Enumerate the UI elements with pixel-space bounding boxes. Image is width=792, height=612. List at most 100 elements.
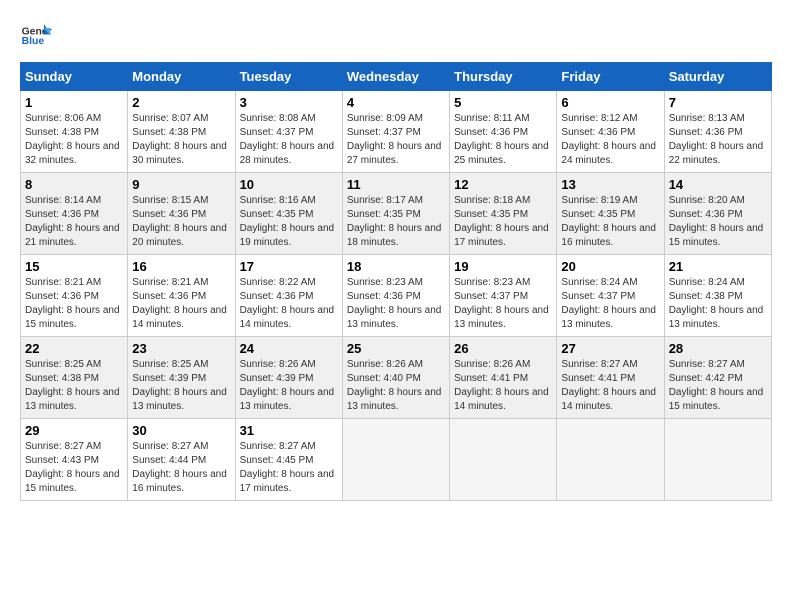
day-number: 24 <box>240 341 338 356</box>
calendar-cell: 4 Sunrise: 8:09 AMSunset: 4:37 PMDaylight… <box>342 91 449 173</box>
calendar-cell <box>664 419 771 501</box>
day-number: 10 <box>240 177 338 192</box>
day-info: Sunrise: 8:09 AMSunset: 4:37 PMDaylight:… <box>347 112 445 168</box>
day-info: Sunrise: 8:11 AMSunset: 4:36 PMDaylight:… <box>454 112 552 168</box>
day-info: Sunrise: 8:12 AMSunset: 4:36 PMDaylight:… <box>561 112 659 168</box>
calendar-cell <box>450 419 557 501</box>
day-number: 19 <box>454 259 552 274</box>
day-number: 15 <box>25 259 123 274</box>
day-info: Sunrise: 8:19 AMSunset: 4:35 PMDaylight:… <box>561 194 659 250</box>
day-info: Sunrise: 8:21 AMSunset: 4:36 PMDaylight:… <box>25 276 123 332</box>
calendar-cell: 8 Sunrise: 8:14 AMSunset: 4:36 PMDaylight… <box>21 173 128 255</box>
calendar-cell: 13 Sunrise: 8:19 AMSunset: 4:35 PMDayligh… <box>557 173 664 255</box>
week-row-4: 22 Sunrise: 8:25 AMSunset: 4:38 PMDayligh… <box>21 337 772 419</box>
day-info: Sunrise: 8:27 AMSunset: 4:43 PMDaylight:… <box>25 440 123 496</box>
day-number: 9 <box>132 177 230 192</box>
day-number: 30 <box>132 423 230 438</box>
week-row-5: 29Sunrise: 8:27 AMSunset: 4:43 PMDayligh… <box>21 419 772 501</box>
day-number: 22 <box>25 341 123 356</box>
day-info: Sunrise: 8:08 AMSunset: 4:37 PMDaylight:… <box>240 112 338 168</box>
day-info: Sunrise: 8:20 AMSunset: 4:36 PMDaylight:… <box>669 194 767 250</box>
day-info: Sunrise: 8:27 AMSunset: 4:45 PMDaylight:… <box>240 440 338 496</box>
day-info: Sunrise: 8:17 AMSunset: 4:35 PMDaylight:… <box>347 194 445 250</box>
calendar-cell: 26 Sunrise: 8:26 AMSunset: 4:41 PMDayligh… <box>450 337 557 419</box>
calendar-cell: 14 Sunrise: 8:20 AMSunset: 4:36 PMDayligh… <box>664 173 771 255</box>
day-number: 14 <box>669 177 767 192</box>
calendar-cell: 6Sunrise: 8:12 AMSunset: 4:36 PMDaylight… <box>557 91 664 173</box>
day-info: Sunrise: 8:25 AMSunset: 4:38 PMDaylight:… <box>25 358 123 414</box>
day-info: Sunrise: 8:16 AMSunset: 4:35 PMDaylight:… <box>240 194 338 250</box>
week-row-3: 15 Sunrise: 8:21 AMSunset: 4:36 PMDayligh… <box>21 255 772 337</box>
day-number: 3 <box>240 95 338 110</box>
week-row-2: 8 Sunrise: 8:14 AMSunset: 4:36 PMDaylight… <box>21 173 772 255</box>
day-info: Sunrise: 8:24 AMSunset: 4:38 PMDaylight:… <box>669 276 767 332</box>
day-number: 25 <box>347 341 445 356</box>
day-number: 27 <box>561 341 659 356</box>
day-number: 12 <box>454 177 552 192</box>
weekday-header-friday: Friday <box>557 63 664 91</box>
calendar-cell: 19 Sunrise: 8:23 AMSunset: 4:37 PMDayligh… <box>450 255 557 337</box>
calendar-cell: 2 Sunrise: 8:07 AMSunset: 4:38 PMDaylight… <box>128 91 235 173</box>
day-info: Sunrise: 8:23 AMSunset: 4:37 PMDaylight:… <box>454 276 552 332</box>
weekday-header-tuesday: Tuesday <box>235 63 342 91</box>
day-number: 2 <box>132 95 230 110</box>
calendar-cell: 30 Sunrise: 8:27 AMSunset: 4:44 PMDayligh… <box>128 419 235 501</box>
weekday-header-monday: Monday <box>128 63 235 91</box>
day-number: 8 <box>25 177 123 192</box>
day-info: Sunrise: 8:14 AMSunset: 4:36 PMDaylight:… <box>25 194 123 250</box>
day-info: Sunrise: 8:18 AMSunset: 4:35 PMDaylight:… <box>454 194 552 250</box>
weekday-header-sunday: Sunday <box>21 63 128 91</box>
calendar-cell: 21 Sunrise: 8:24 AMSunset: 4:38 PMDayligh… <box>664 255 771 337</box>
day-number: 20 <box>561 259 659 274</box>
day-number: 18 <box>347 259 445 274</box>
calendar-cell: 17 Sunrise: 8:22 AMSunset: 4:36 PMDayligh… <box>235 255 342 337</box>
calendar-cell: 25 Sunrise: 8:26 AMSunset: 4:40 PMDayligh… <box>342 337 449 419</box>
day-info: Sunrise: 8:26 AMSunset: 4:41 PMDaylight:… <box>454 358 552 414</box>
weekday-header-thursday: Thursday <box>450 63 557 91</box>
calendar-cell: 16 Sunrise: 8:21 AMSunset: 4:36 PMDayligh… <box>128 255 235 337</box>
day-number: 17 <box>240 259 338 274</box>
calendar-cell: 12 Sunrise: 8:18 AMSunset: 4:35 PMDayligh… <box>450 173 557 255</box>
calendar-cell <box>557 419 664 501</box>
calendar-cell: 18Sunrise: 8:23 AMSunset: 4:36 PMDayligh… <box>342 255 449 337</box>
day-number: 26 <box>454 341 552 356</box>
day-info: Sunrise: 8:27 AMSunset: 4:42 PMDaylight:… <box>669 358 767 414</box>
day-info: Sunrise: 8:24 AMSunset: 4:37 PMDaylight:… <box>561 276 659 332</box>
calendar-cell: 29Sunrise: 8:27 AMSunset: 4:43 PMDayligh… <box>21 419 128 501</box>
weekday-header-wednesday: Wednesday <box>342 63 449 91</box>
day-number: 21 <box>669 259 767 274</box>
day-number: 7 <box>669 95 767 110</box>
day-info: Sunrise: 8:07 AMSunset: 4:38 PMDaylight:… <box>132 112 230 168</box>
calendar-cell: 15 Sunrise: 8:21 AMSunset: 4:36 PMDayligh… <box>21 255 128 337</box>
calendar-cell <box>342 419 449 501</box>
day-number: 4 <box>347 95 445 110</box>
week-row-1: 1Sunrise: 8:06 AMSunset: 4:38 PMDaylight… <box>21 91 772 173</box>
day-number: 31 <box>240 423 338 438</box>
day-number: 5 <box>454 95 552 110</box>
logo-icon: General Blue <box>20 20 52 52</box>
weekday-header-row: SundayMondayTuesdayWednesdayThursdayFrid… <box>21 63 772 91</box>
day-info: Sunrise: 8:25 AMSunset: 4:39 PMDaylight:… <box>132 358 230 414</box>
calendar-cell: 20 Sunrise: 8:24 AMSunset: 4:37 PMDayligh… <box>557 255 664 337</box>
day-info: Sunrise: 8:15 AMSunset: 4:36 PMDaylight:… <box>132 194 230 250</box>
day-number: 23 <box>132 341 230 356</box>
day-number: 13 <box>561 177 659 192</box>
day-info: Sunrise: 8:27 AMSunset: 4:44 PMDaylight:… <box>132 440 230 496</box>
calendar-cell: 23 Sunrise: 8:25 AMSunset: 4:39 PMDayligh… <box>128 337 235 419</box>
day-number: 16 <box>132 259 230 274</box>
weekday-header-saturday: Saturday <box>664 63 771 91</box>
day-number: 28 <box>669 341 767 356</box>
day-info: Sunrise: 8:13 AMSunset: 4:36 PMDaylight:… <box>669 112 767 168</box>
day-info: Sunrise: 8:21 AMSunset: 4:36 PMDaylight:… <box>132 276 230 332</box>
day-number: 11 <box>347 177 445 192</box>
calendar-cell: 28 Sunrise: 8:27 AMSunset: 4:42 PMDayligh… <box>664 337 771 419</box>
calendar-cell: 7 Sunrise: 8:13 AMSunset: 4:36 PMDaylight… <box>664 91 771 173</box>
calendar-cell: 9 Sunrise: 8:15 AMSunset: 4:36 PMDaylight… <box>128 173 235 255</box>
day-info: Sunrise: 8:26 AMSunset: 4:40 PMDaylight:… <box>347 358 445 414</box>
day-info: Sunrise: 8:22 AMSunset: 4:36 PMDaylight:… <box>240 276 338 332</box>
calendar-cell: 24Sunrise: 8:26 AMSunset: 4:39 PMDayligh… <box>235 337 342 419</box>
calendar-cell: 22 Sunrise: 8:25 AMSunset: 4:38 PMDayligh… <box>21 337 128 419</box>
calendar-cell: 10 Sunrise: 8:16 AMSunset: 4:35 PMDayligh… <box>235 173 342 255</box>
calendar-cell: 3 Sunrise: 8:08 AMSunset: 4:37 PMDaylight… <box>235 91 342 173</box>
calendar: SundayMondayTuesdayWednesdayThursdayFrid… <box>20 62 772 501</box>
